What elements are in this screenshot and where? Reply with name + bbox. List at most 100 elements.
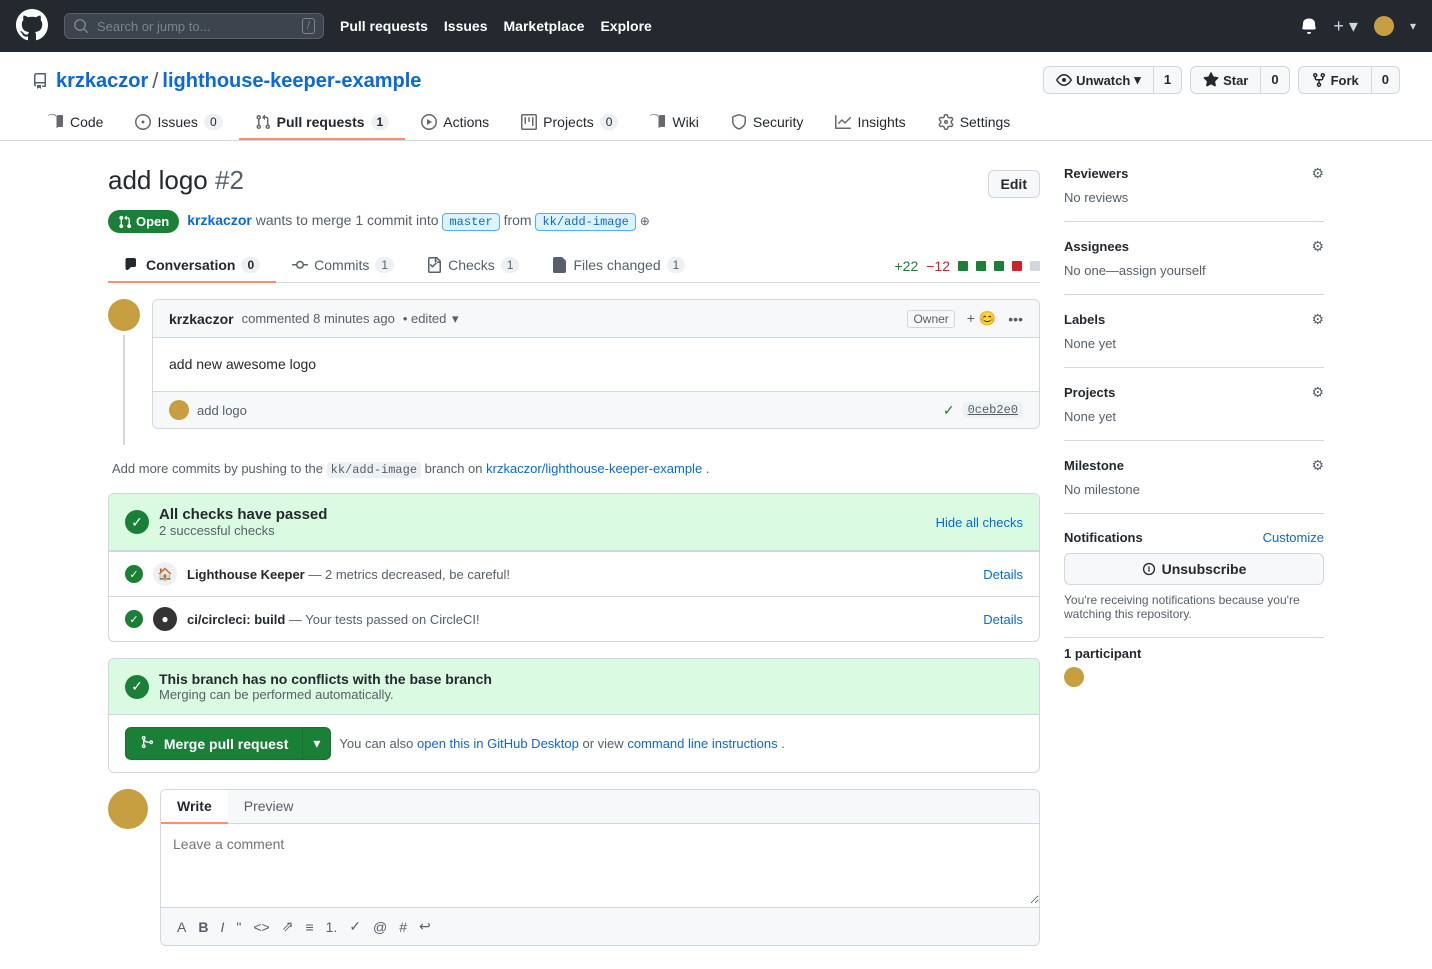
toolbar-attach[interactable]: ↩ — [415, 914, 435, 939]
comment-author[interactable]: krzkaczor — [169, 311, 234, 327]
sidebar-participants: 1 participant — [1064, 646, 1324, 690]
top-nav-right: + ▾ ▾ — [1301, 16, 1416, 37]
fork-count[interactable]: 0 — [1372, 66, 1400, 94]
pr-number: #2 — [215, 165, 244, 195]
tab-conversation[interactable]: Conversation 0 — [108, 249, 276, 283]
customize-link[interactable]: Customize — [1263, 530, 1324, 545]
merge-pull-request-button[interactable]: Merge pull request — [125, 727, 303, 760]
nav-marketplace[interactable]: Marketplace — [504, 18, 585, 34]
milestone-gear-icon[interactable]: ⚙ — [1311, 457, 1324, 474]
edit-button[interactable]: Edit — [988, 170, 1040, 198]
toolbar-mention[interactable]: @ — [369, 915, 391, 939]
comment-body: add new awesome logo — [153, 338, 1039, 391]
checks-count: 1 — [501, 257, 520, 273]
unwatch-chevron: ▾ — [1134, 72, 1141, 88]
star-count[interactable]: 0 — [1261, 66, 1289, 94]
more-options-button[interactable]: ••• — [1008, 311, 1023, 327]
sidebar-notifications-title: Notifications Customize — [1064, 530, 1324, 545]
edited-chevron[interactable]: ▾ — [452, 311, 459, 326]
nav-projects[interactable]: Projects 0 — [505, 106, 634, 140]
reviewers-value: No reviews — [1064, 190, 1324, 205]
hide-checks-button[interactable]: Hide all checks — [936, 515, 1023, 530]
github-logo[interactable] — [16, 9, 48, 44]
command-line-link[interactable]: command line instructions — [627, 736, 777, 751]
nav-settings[interactable]: Settings — [922, 106, 1027, 140]
projects-count: 0 — [600, 114, 619, 130]
commits-icon — [292, 257, 308, 273]
diff-block-1 — [958, 261, 968, 271]
tab-files-changed[interactable]: Files changed 1 — [535, 249, 701, 283]
unsubscribe-button[interactable]: Unsubscribe — [1064, 553, 1324, 585]
toolbar-heading[interactable]: A — [173, 915, 190, 939]
open-desktop-link[interactable]: open this in GitHub Desktop — [417, 736, 579, 751]
search-bar[interactable]: / — [64, 13, 324, 39]
merge-section: Merge pull request ▾ You can also open t… — [109, 714, 1039, 772]
top-nav: / Pull requests Issues Marketplace Explo… — [0, 0, 1432, 52]
copy-branch-icon[interactable]: ⊕ — [640, 214, 650, 228]
reply-write-tab[interactable]: Write — [161, 790, 228, 824]
checks-title: All checks have passed — [159, 506, 926, 523]
reply-textarea[interactable] — [161, 824, 1039, 904]
nav-code[interactable]: Code — [32, 106, 119, 140]
nav-pull-requests[interactable]: Pull requests — [340, 18, 428, 34]
watch-count[interactable]: 1 — [1154, 66, 1182, 94]
toolbar-code[interactable]: <> — [249, 915, 273, 939]
nav-actions[interactable]: Actions — [405, 106, 505, 140]
search-input[interactable] — [97, 19, 294, 34]
pr-title: add logo #2 — [108, 165, 244, 196]
checks-subtitle: 2 successful checks — [159, 523, 926, 538]
projects-gear-icon[interactable]: ⚙ — [1311, 384, 1324, 401]
reviewers-gear-icon[interactable]: ⚙ — [1311, 165, 1324, 182]
toolbar-bold[interactable]: B — [194, 915, 212, 939]
milestone-label: Milestone — [1064, 458, 1124, 473]
nav-explore[interactable]: Explore — [600, 18, 651, 34]
toolbar-italic[interactable]: I — [216, 915, 228, 939]
toolbar-quote[interactable]: " — [232, 915, 245, 939]
checks-header-text: All checks have passed 2 successful chec… — [159, 506, 926, 538]
pr-author-link[interactable]: krzkaczor — [187, 212, 252, 228]
toolbar-task-list[interactable]: ✓ — [345, 914, 365, 939]
avatar[interactable] — [1374, 16, 1394, 36]
conversation-icon — [124, 257, 140, 273]
new-item-button[interactable]: + ▾ — [1333, 16, 1358, 37]
comment-avatar-col — [108, 299, 140, 445]
diff-block-2 — [976, 261, 986, 271]
circleci-logo: ● — [153, 607, 177, 631]
unwatch-button[interactable]: Unwatch ▾ — [1043, 66, 1154, 94]
nav-issues[interactable]: Issues 0 — [119, 106, 238, 140]
main-content: add logo #2 Edit Open krzkaczor wants to… — [108, 165, 1040, 946]
milestone-value: No milestone — [1064, 482, 1324, 497]
open-pr-icon — [118, 215, 132, 229]
commit-hash[interactable]: 0ceb2e0 — [963, 402, 1023, 418]
nav-security[interactable]: Security — [715, 106, 820, 140]
repo-name-link[interactable]: lighthouse-keeper-example — [162, 70, 421, 93]
tab-checks[interactable]: Checks 1 — [410, 249, 535, 283]
toolbar-list-ul[interactable]: ≡ — [301, 915, 317, 939]
check-details-1[interactable]: Details — [983, 567, 1023, 582]
nav-insights[interactable]: Insights — [819, 106, 921, 140]
comment-header: krzkaczor commented 8 minutes ago • edit… — [153, 300, 1039, 338]
push-repo-link[interactable]: krzkaczor/lighthouse-keeper-example — [486, 461, 702, 476]
repo-owner-link[interactable]: krzkaczor — [56, 70, 148, 93]
star-button[interactable]: Star — [1190, 66, 1261, 94]
notifications-icon[interactable] — [1301, 18, 1317, 34]
tab-commits[interactable]: Commits 1 — [276, 249, 410, 283]
nav-wiki[interactable]: Wiki — [634, 106, 714, 140]
labels-gear-icon[interactable]: ⚙ — [1311, 311, 1324, 328]
assignees-value[interactable]: No one—assign yourself — [1064, 263, 1324, 278]
assignees-gear-icon[interactable]: ⚙ — [1311, 238, 1324, 255]
toolbar-link[interactable]: ⇗ — [278, 914, 298, 939]
merge-options-button[interactable]: ▾ — [303, 727, 331, 760]
fork-button[interactable]: Fork — [1298, 66, 1372, 94]
react-button[interactable]: + 😊 — [963, 308, 1001, 329]
avatar-chevron[interactable]: ▾ — [1410, 19, 1416, 33]
check-details-2[interactable]: Details — [983, 612, 1023, 627]
projects-label: Projects — [1064, 385, 1115, 400]
check-item-status-icon-1: ✓ — [125, 565, 143, 583]
nav-issues[interactable]: Issues — [444, 18, 488, 34]
toolbar-list-ol[interactable]: 1. — [322, 915, 342, 939]
nav-pull-requests[interactable]: Pull requests 1 — [239, 106, 406, 140]
toolbar-reference[interactable]: # — [395, 915, 411, 939]
reply-preview-tab[interactable]: Preview — [228, 790, 310, 824]
participants-label: 1 participant — [1064, 646, 1324, 661]
